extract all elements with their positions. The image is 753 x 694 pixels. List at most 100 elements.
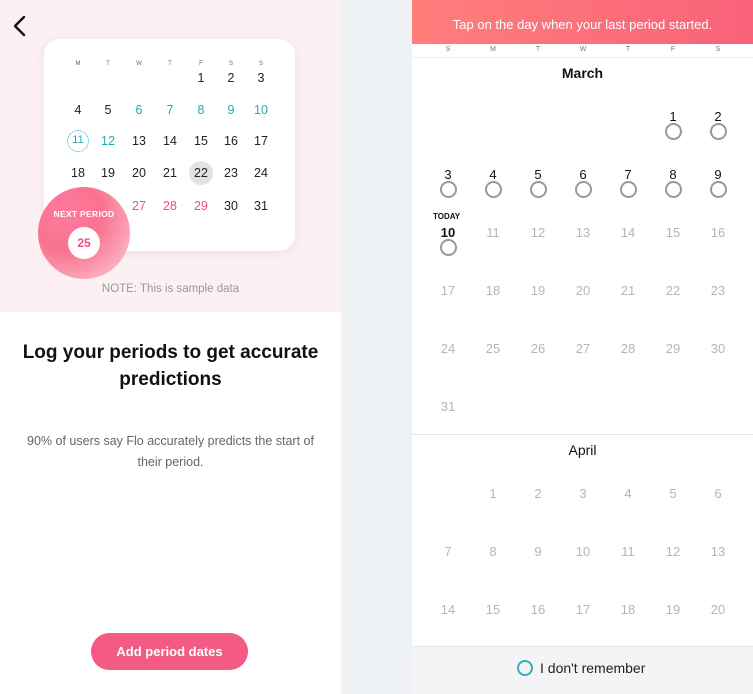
- calendar-day[interactable]: 1: [478, 486, 508, 501]
- mini-weekday-label: T: [168, 61, 172, 67]
- mini-weekday-label: W: [136, 61, 142, 67]
- mini-calendar-day: 2: [227, 71, 235, 85]
- calendar-day[interactable]: 16: [523, 602, 553, 617]
- calendar-day[interactable]: 4: [478, 167, 508, 182]
- calendar-day[interactable]: 2: [523, 486, 553, 501]
- next-period-label: NEXT PERIOD: [53, 209, 115, 219]
- day-select-ring-icon[interactable]: [709, 181, 727, 198]
- calendar-day[interactable]: 13: [703, 544, 733, 559]
- mini-calendar-day: 6: [135, 103, 143, 117]
- calendar-day[interactable]: 6: [568, 167, 598, 182]
- calendar-day[interactable]: 15: [658, 225, 688, 240]
- calendar-day[interactable]: 25: [478, 341, 508, 356]
- mini-calendar-day: 1: [197, 71, 205, 85]
- mini-calendar-day: 28: [163, 199, 177, 213]
- calendar-day[interactable]: 23: [703, 283, 733, 298]
- mini-weekday-label: M: [75, 61, 81, 67]
- calendar-day[interactable]: 15: [478, 602, 508, 617]
- calendar-day[interactable]: 9: [523, 544, 553, 559]
- calendar-day[interactable]: 20: [703, 602, 733, 617]
- hero-section: M T W T F S S 1 2 3 4 5 6 7 8 9 10 11 12 13 14 15 16 17 18 19 20 21…: [0, 0, 341, 312]
- calendar-day[interactable]: 27: [568, 341, 598, 356]
- calendar-day[interactable]: 17: [433, 283, 463, 298]
- mini-calendar-day: 18: [71, 166, 85, 180]
- month-divider: [412, 434, 753, 435]
- calendar-day[interactable]: 12: [523, 225, 553, 240]
- calendar-day[interactable]: 8: [658, 167, 688, 182]
- calendar-day[interactable]: 7: [433, 544, 463, 559]
- calendar-day[interactable]: 18: [613, 602, 643, 617]
- mini-calendar-day: 5: [104, 103, 112, 117]
- calendar-day[interactable]: 30: [703, 341, 733, 356]
- calendar-day[interactable]: 5: [523, 167, 553, 182]
- day-select-ring-icon[interactable]: [709, 123, 727, 140]
- calendar-day[interactable]: 20: [568, 283, 598, 298]
- calendar-day[interactable]: 17: [568, 602, 598, 617]
- page-subtitle: 90% of users say Flo accurately predicts…: [27, 434, 314, 469]
- chevron-left-icon: [13, 15, 26, 37]
- calendar-day[interactable]: 12: [658, 544, 688, 559]
- calendar-day[interactable]: 4: [613, 486, 643, 501]
- dont-remember-option[interactable]: I don't remember: [517, 657, 645, 679]
- weekday-label: W: [579, 46, 587, 53]
- weekday-label: T: [535, 46, 541, 53]
- day-select-ring-icon[interactable]: [484, 181, 502, 198]
- calendar-day[interactable]: 21: [613, 283, 643, 298]
- calendar-day[interactable]: 1: [658, 109, 688, 124]
- add-period-dates-button[interactable]: Add period dates: [91, 633, 248, 670]
- day-select-ring-icon[interactable]: [619, 181, 637, 198]
- day-select-ring-icon[interactable]: [664, 123, 682, 140]
- calendar-day[interactable]: 3: [568, 486, 598, 501]
- calendar-day[interactable]: 14: [433, 602, 463, 617]
- period-picker-screen: Tap on the day when your last period sta…: [412, 0, 753, 694]
- calendar-day[interactable]: 28: [613, 341, 643, 356]
- calendar-day[interactable]: 2: [703, 109, 733, 124]
- mini-calendar-day: 31: [254, 199, 268, 213]
- calendar-day[interactable]: 22: [658, 283, 688, 298]
- mini-calendar-day: 17: [254, 134, 268, 148]
- calendar-day[interactable]: 16: [703, 225, 733, 240]
- calendar-day[interactable]: 31: [433, 399, 463, 414]
- mini-calendar-day: 16: [224, 134, 238, 148]
- calendar-day[interactable]: 11: [478, 225, 508, 240]
- calendar-day[interactable]: 29: [658, 341, 688, 356]
- calendar-day[interactable]: 3: [433, 167, 463, 182]
- calendar-day[interactable]: 6: [703, 486, 733, 501]
- calendar-day[interactable]: 8: [478, 544, 508, 559]
- day-select-ring-icon[interactable]: [529, 181, 547, 198]
- back-button[interactable]: [6, 12, 34, 40]
- day-select-ring-icon[interactable]: [439, 239, 457, 256]
- today-label: TODAY: [433, 212, 461, 221]
- day-select-ring-icon[interactable]: [439, 181, 457, 198]
- radio-ring-icon[interactable]: [517, 660, 533, 676]
- mini-calendar-day: 14: [163, 134, 177, 148]
- onboarding-screen: M T W T F S S 1 2 3 4 5 6 7 8 9 10 11 12 13 14 15 16 17 18 19 20 21…: [0, 0, 341, 694]
- calendar-day[interactable]: 14: [613, 225, 643, 240]
- month-title: April: [568, 442, 597, 458]
- sample-data-note: NOTE: This is sample data: [101, 283, 240, 295]
- calendar-day[interactable]: 5: [658, 486, 688, 501]
- calendar-day[interactable]: 24: [433, 341, 463, 356]
- calendar-day[interactable]: 10: [433, 225, 463, 240]
- calendar-day[interactable]: 13: [568, 225, 598, 240]
- mini-calendar-day: 20: [132, 166, 146, 180]
- calendar-day[interactable]: 26: [523, 341, 553, 356]
- weekday-label: M: [490, 46, 496, 53]
- next-period-day: 25: [68, 227, 100, 259]
- mini-calendar-day: 13: [132, 134, 146, 148]
- weekday-label: S: [715, 46, 721, 53]
- day-select-ring-icon[interactable]: [664, 181, 682, 198]
- calendar-day[interactable]: 10: [568, 544, 598, 559]
- calendar-day[interactable]: 7: [613, 167, 643, 182]
- mini-calendar-day: 29: [194, 199, 208, 213]
- next-period-badge: NEXT PERIOD 25: [38, 187, 130, 279]
- calendar-day[interactable]: 9: [703, 167, 733, 182]
- day-select-ring-icon[interactable]: [574, 181, 592, 198]
- mini-calendar-day: 8: [197, 103, 205, 117]
- calendar-day[interactable]: 19: [658, 602, 688, 617]
- mini-calendar-day: 12: [101, 134, 115, 148]
- calendar-day[interactable]: 18: [478, 283, 508, 298]
- calendar-day[interactable]: 19: [523, 283, 553, 298]
- weekday-label: F: [670, 46, 676, 53]
- calendar-day[interactable]: 11: [613, 544, 643, 559]
